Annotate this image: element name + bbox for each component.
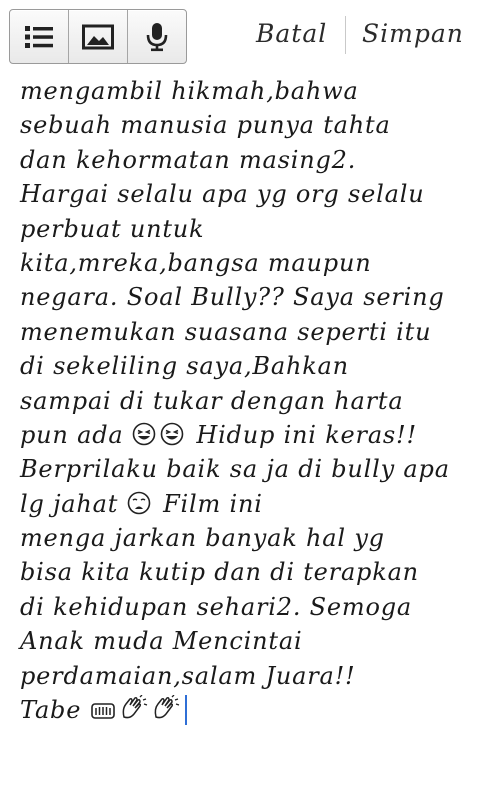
text-line: negara. Soal Bully?? Saya sering xyxy=(20,283,445,312)
insert-image-button[interactable] xyxy=(69,10,128,63)
text-line: sebuah manusia punya tahta xyxy=(20,111,391,140)
text-line: perbuat untuk xyxy=(20,214,205,243)
text-line: mengambil hikmah,bahwa xyxy=(20,77,359,105)
text-line: menemukan suasana seperti itu xyxy=(20,317,432,346)
text-line: sampai di tukar dengan harta xyxy=(20,386,404,415)
text-line: perdamaian,salam Juara!! xyxy=(20,661,356,690)
line-text: lg jahat xyxy=(20,489,127,518)
text-line: Anak muda Mencintai xyxy=(20,627,303,656)
text-line: Hargai selalu apa yg org selalu xyxy=(20,180,425,209)
text-line: dan kehormatan masing2. xyxy=(20,145,357,174)
note-text-editor[interactable]: mengambil hikmah,bahwa sebuah manusia pu… xyxy=(20,74,472,794)
text-line: Berprilaku baik sa ja di bully apa xyxy=(20,455,450,484)
microphone-icon xyxy=(146,22,168,51)
raising-hands-icon xyxy=(90,703,115,719)
text-line: di kehidupan sehari2. Semoga xyxy=(20,592,413,621)
text-line: Tabe xyxy=(20,693,472,727)
text-line: bisa kita kutip dan di terapkan xyxy=(20,558,419,587)
format-button-group xyxy=(9,9,187,64)
editor-toolbar: Batal Simpan xyxy=(0,0,480,74)
line-text: Tabe xyxy=(20,696,90,725)
line-text: Hidup ini keras!! xyxy=(187,420,417,449)
clapping-hands-icon xyxy=(122,695,147,719)
weary-face-icon xyxy=(127,491,150,514)
image-icon xyxy=(82,24,114,49)
line-text: pun ada xyxy=(20,420,132,449)
grinning-squint-face-icon xyxy=(132,422,156,446)
text-cursor xyxy=(184,695,187,726)
grinning-squint-face-icon xyxy=(160,422,184,446)
text-line: di sekeliling saya,Bahkan xyxy=(20,352,349,381)
line-text: Film ini xyxy=(154,489,263,518)
save-button[interactable]: Simpan xyxy=(362,14,464,54)
voice-input-button[interactable] xyxy=(128,10,186,63)
clapping-hands-icon xyxy=(154,695,179,719)
text-line: lg jahat Film ini xyxy=(20,487,472,521)
list-icon xyxy=(25,25,53,48)
text-line: kita,mreka,bangsa maupun xyxy=(20,248,372,277)
toolbar-divider xyxy=(345,16,346,54)
list-button[interactable] xyxy=(10,10,69,63)
cancel-button[interactable]: Batal xyxy=(256,14,327,54)
text-line: menga jarkan banyak hal yg xyxy=(20,524,385,553)
text-line: pun ada Hidup ini keras!! xyxy=(20,418,472,452)
